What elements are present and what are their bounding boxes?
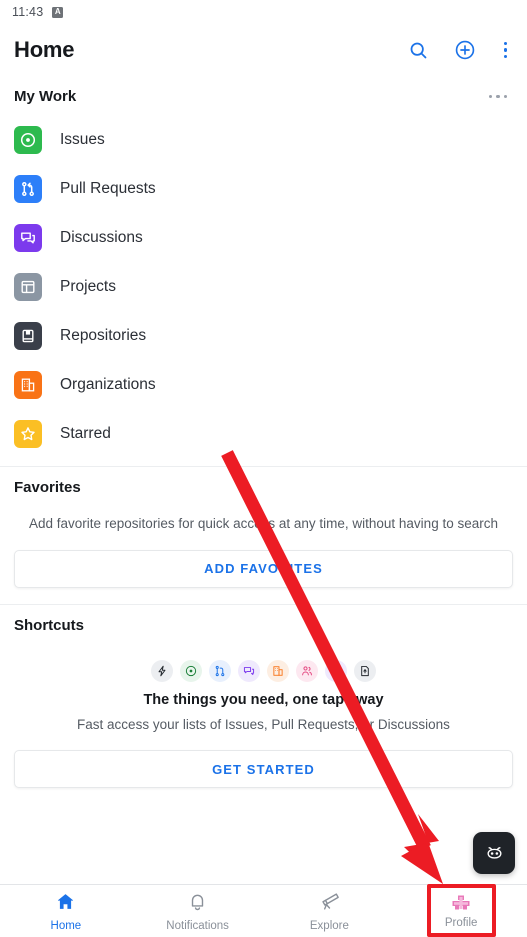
telescope-icon [319,891,340,917]
work-item-organizations[interactable]: Organizations [0,360,527,409]
get-started-button[interactable]: GET STARTED [14,750,513,789]
project-table-icon [14,272,42,301]
work-item-label: Starred [60,424,111,442]
work-item-label: Pull Requests [60,179,156,197]
my-work-header: My Work [0,76,527,115]
work-item-pull-requests[interactable]: Pull Requests [0,164,527,213]
nav-label: Home [50,919,82,932]
app-screen: 11:43 A Home My Work Issues Pull Request… [0,0,527,937]
bottom-navigation: Home Notifications Explore Profile [0,884,527,937]
my-work-title: My Work [14,88,77,105]
work-item-label: Organizations [60,375,156,393]
star-icon [14,419,42,448]
add-favorites-button[interactable]: ADD FAVORITES [14,549,513,588]
comment-discussion-icon [238,659,260,682]
work-item-label: Issues [60,130,105,148]
overflow-menu-icon[interactable] [498,41,514,59]
status-bar-time: 11:43 [12,5,44,19]
avatar-icon [451,893,472,914]
nav-item-profile[interactable]: Profile [395,885,527,937]
nav-label: Explore [309,919,349,932]
git-pull-request-icon [14,174,42,203]
git-pull-request-icon [209,659,231,682]
nav-item-notifications[interactable]: Notifications [132,885,264,937]
favorites-empty-state: Add favorite repositories for quick acce… [0,506,527,604]
shortcuts-headline: The things you need, one tap away [143,691,384,708]
work-item-label: Repositories [60,326,147,344]
shortcuts-title: Shortcuts [14,616,85,634]
nav-item-explore[interactable]: Explore [264,885,396,937]
organization-icon [14,370,42,399]
favorites-header: Favorites [0,467,527,506]
repo-icon [14,321,42,350]
work-item-projects[interactable]: Projects [0,262,527,311]
briefcase-icon [325,659,347,682]
work-item-label: Discussions [60,228,143,246]
shortcuts-header: Shortcuts [0,605,527,644]
app-bar: Home [0,24,527,76]
app-bar-actions [406,37,514,63]
work-item-starred[interactable]: Starred [0,409,527,458]
page-title: Home [14,37,75,62]
work-item-discussions[interactable]: Discussions [0,213,527,262]
work-item-label: Projects [60,277,116,295]
plus-circle-icon[interactable] [452,37,478,63]
shortcut-chip-row [14,646,513,692]
shortcuts-empty-state: The things you need, one tap away Fast a… [0,644,527,805]
people-icon [296,659,318,682]
get-started-label: GET STARTED [212,761,315,777]
app-badge-icon: A [52,6,64,18]
status-bar: 11:43 A [0,0,527,24]
search-icon[interactable] [406,37,432,63]
shortcuts-description: Fast access your lists of Issues, Pull R… [77,716,450,732]
favorites-description: Add favorite repositories for quick acce… [29,516,498,531]
add-favorites-label: ADD FAVORITES [204,561,323,577]
work-item-repositories[interactable]: Repositories [0,311,527,360]
file-badge-icon [354,659,376,682]
comment-discussion-icon [14,223,42,252]
my-work-overflow-icon[interactable] [483,89,514,105]
favorites-title: Favorites [14,479,81,496]
zap-icon [151,659,173,682]
organization-icon [267,659,289,682]
home-icon [55,891,76,917]
issue-opened-icon [14,125,42,154]
bell-icon [187,891,208,917]
nav-item-home[interactable]: Home [0,885,132,937]
nav-label: Notifications [166,919,229,932]
nav-label: Profile [444,916,478,929]
copilot-icon[interactable] [473,832,515,874]
my-work-list: Issues Pull Requests Discussions Project… [0,115,527,466]
work-item-issues[interactable]: Issues [0,115,527,164]
issue-opened-icon [180,659,202,682]
